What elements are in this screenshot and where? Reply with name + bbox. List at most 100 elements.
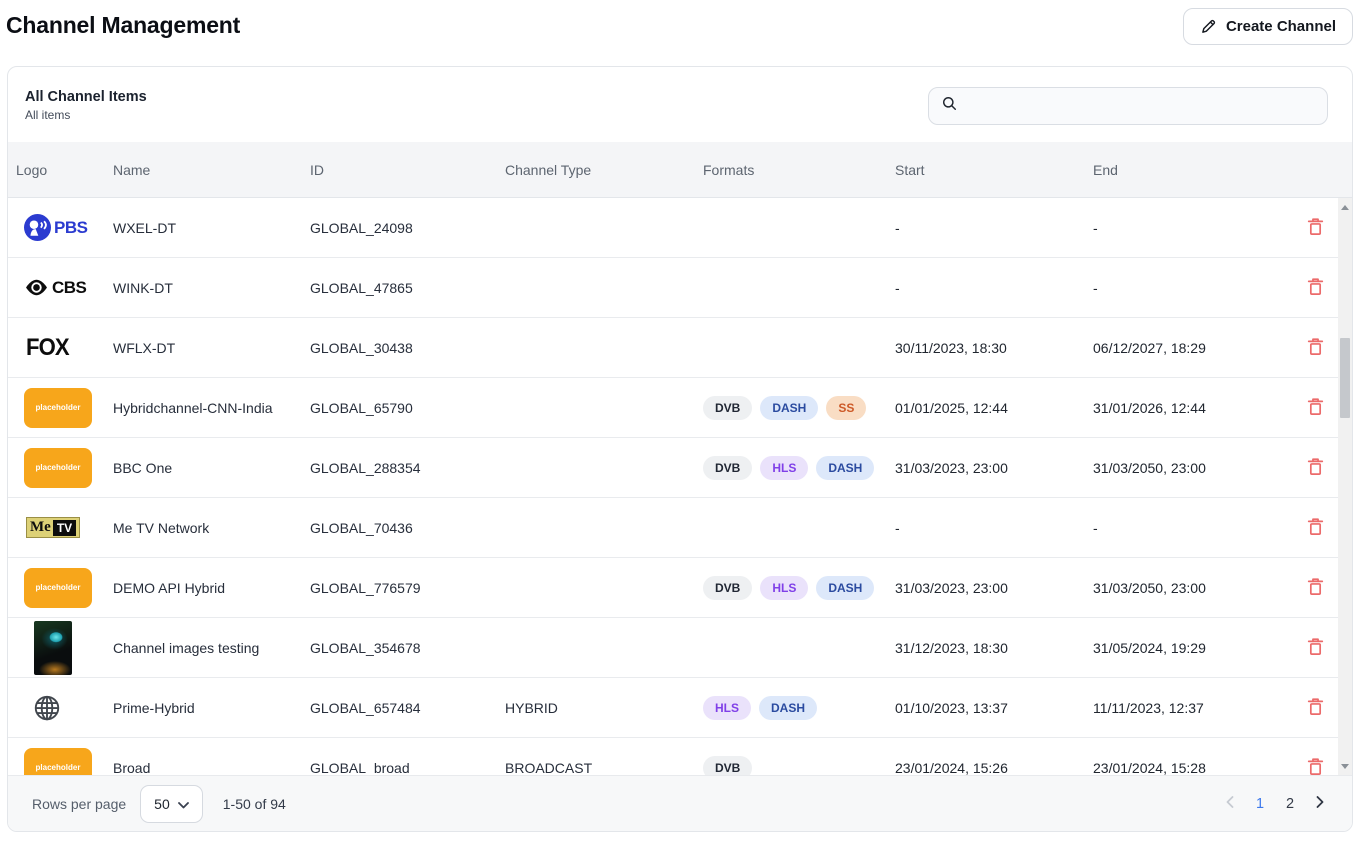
- table-header-row: LogoNameIDChannel TypeFormatsStartEnd: [8, 142, 1352, 198]
- globe-icon: [32, 693, 62, 723]
- scrollbar-thumb[interactable]: [1340, 338, 1350, 418]
- delete-button[interactable]: [1303, 693, 1328, 723]
- channel-id: GLOBAL_30438: [310, 340, 505, 356]
- channel-id: GLOBAL_776579: [310, 580, 505, 596]
- channel-id: GLOBAL_47865: [310, 280, 505, 296]
- channel-id: GLOBAL_24098: [310, 220, 505, 236]
- channel-name: DEMO API Hybrid: [113, 580, 310, 596]
- table-footer: Rows per page 50 1-50 of 94 12: [8, 775, 1352, 831]
- trash-icon: [1307, 457, 1324, 479]
- channel-name: BBC One: [113, 460, 310, 476]
- end-date: 31/05/2024, 19:29: [1093, 640, 1291, 656]
- channel-logo-cell: MeTV: [16, 517, 113, 538]
- start-date: 01/01/2025, 12:44: [895, 400, 1093, 416]
- delete-button[interactable]: [1303, 453, 1328, 483]
- trash-icon: [1307, 577, 1324, 599]
- channel-id: GLOBAL_broad: [310, 760, 505, 776]
- row-actions: [1291, 333, 1340, 363]
- end-date: 23/01/2024, 15:28: [1093, 760, 1291, 776]
- previous-page-button[interactable]: [1218, 792, 1242, 816]
- placeholder-logo: placeholder: [24, 568, 92, 608]
- scroll-down-arrow-icon[interactable]: [1338, 759, 1352, 773]
- column-header-start: Start: [895, 162, 1093, 178]
- create-channel-label: Create Channel: [1226, 18, 1336, 35]
- trash-icon: [1307, 637, 1324, 659]
- end-date: 11/11/2023, 12:37: [1093, 700, 1291, 716]
- channel-name: Channel images testing: [113, 640, 310, 656]
- row-actions: [1291, 633, 1340, 663]
- trash-icon: [1307, 697, 1324, 719]
- page-title: Channel Management: [6, 8, 240, 39]
- format-badge-dvb: DVB: [703, 396, 752, 420]
- rows-per-page-select[interactable]: 50: [140, 785, 203, 823]
- start-date: 31/03/2023, 23:00: [895, 460, 1093, 476]
- start-date: 23/01/2024, 15:26: [895, 760, 1093, 776]
- chevron-left-icon: [1226, 796, 1234, 812]
- range-text: 1-50 of 94: [223, 796, 286, 812]
- table-row[interactable]: placeholder DEMO API HybridGLOBAL_776579 D…: [8, 558, 1340, 618]
- channel-type: BROADCAST: [505, 760, 703, 776]
- table-row[interactable]: PBSWXEL-DTGLOBAL_24098--: [8, 198, 1340, 258]
- trash-icon: [1307, 217, 1324, 239]
- delete-button[interactable]: [1303, 633, 1328, 663]
- channel-type: HYBRID: [505, 700, 703, 716]
- channel-name: WFLX-DT: [113, 340, 310, 356]
- delete-button[interactable]: [1303, 333, 1328, 363]
- end-date: -: [1093, 280, 1291, 296]
- table-row[interactable]: placeholderBBC OneGLOBAL_288354DVBHLSDAS…: [8, 438, 1340, 498]
- channel-formats: DVBHLSDASH: [703, 456, 895, 480]
- cbs-logo: CBS: [24, 275, 86, 300]
- fox-logo: FOX: [26, 334, 69, 362]
- placeholder-logo: placeholder: [24, 448, 92, 488]
- trash-icon: [1307, 517, 1324, 539]
- row-actions: [1291, 273, 1340, 303]
- table-row[interactable]: MeTVMe TV NetworkGLOBAL_70436--: [8, 498, 1340, 558]
- end-date: 31/03/2050, 23:00: [1093, 580, 1291, 596]
- row-actions: [1291, 393, 1340, 423]
- table-row[interactable]: Prime-HybridGLOBAL_657484HYBRIDHLSDASH01…: [8, 678, 1340, 738]
- format-badge-dash: DASH: [816, 576, 874, 600]
- pbs-logo: PBS: [24, 214, 87, 241]
- start-date: 31/03/2023, 23:00: [895, 580, 1093, 596]
- delete-button[interactable]: [1303, 213, 1328, 243]
- table-row[interactable]: placeholderBroadGLOBAL_broadBROADCASTDVB…: [8, 738, 1340, 775]
- table-row[interactable]: placeholderHybridchannel-CNN-IndiaGLOBAL…: [8, 378, 1340, 438]
- row-actions: [1291, 213, 1340, 243]
- trash-icon: [1307, 757, 1324, 776]
- end-date: 31/01/2026, 12:44: [1093, 400, 1291, 416]
- channel-name: Broad: [113, 760, 310, 776]
- delete-button[interactable]: [1303, 393, 1328, 423]
- table-row[interactable]: CBSWINK-DTGLOBAL_47865--: [8, 258, 1340, 318]
- pencil-icon: [1200, 18, 1217, 35]
- channel-id: GLOBAL_354678: [310, 640, 505, 656]
- row-actions: [1291, 513, 1340, 543]
- vertical-scrollbar[interactable]: [1338, 198, 1352, 775]
- channel-logo-cell: placeholder: [16, 568, 113, 608]
- channel-logo-cell: placeholder: [16, 748, 113, 776]
- channel-id: GLOBAL_70436: [310, 520, 505, 536]
- search-input[interactable]: [966, 98, 1315, 114]
- delete-button[interactable]: [1303, 273, 1328, 303]
- page-button-1[interactable]: 1: [1248, 792, 1272, 816]
- rows-per-page-value: 50: [154, 796, 170, 812]
- channel-logo-cell: FOX: [16, 334, 113, 362]
- delete-button[interactable]: [1303, 513, 1328, 543]
- channel-logo-cell: [16, 621, 113, 675]
- channel-logo-cell: placeholder: [16, 388, 113, 428]
- create-channel-button[interactable]: Create Channel: [1183, 8, 1353, 45]
- chevron-right-icon: [1316, 796, 1324, 812]
- page-button-2[interactable]: 2: [1278, 792, 1302, 816]
- delete-button[interactable]: [1303, 753, 1328, 776]
- panel-heading: All Channel Items All items: [25, 89, 147, 122]
- table-row[interactable]: Channel images testingGLOBAL_35467831/12…: [8, 618, 1340, 678]
- delete-button[interactable]: [1303, 573, 1328, 603]
- next-page-button[interactable]: [1308, 792, 1332, 816]
- end-date: -: [1093, 220, 1291, 236]
- channel-formats: HLSDASH: [703, 696, 895, 720]
- scroll-up-arrow-icon[interactable]: [1338, 200, 1352, 214]
- search-box[interactable]: [928, 87, 1328, 125]
- channel-name: Hybridchannel-CNN-India: [113, 400, 310, 416]
- placeholder-logo: placeholder: [24, 388, 92, 428]
- format-badge-dvb: DVB: [703, 756, 752, 776]
- table-row[interactable]: FOXWFLX-DTGLOBAL_3043830/11/2023, 18:300…: [8, 318, 1340, 378]
